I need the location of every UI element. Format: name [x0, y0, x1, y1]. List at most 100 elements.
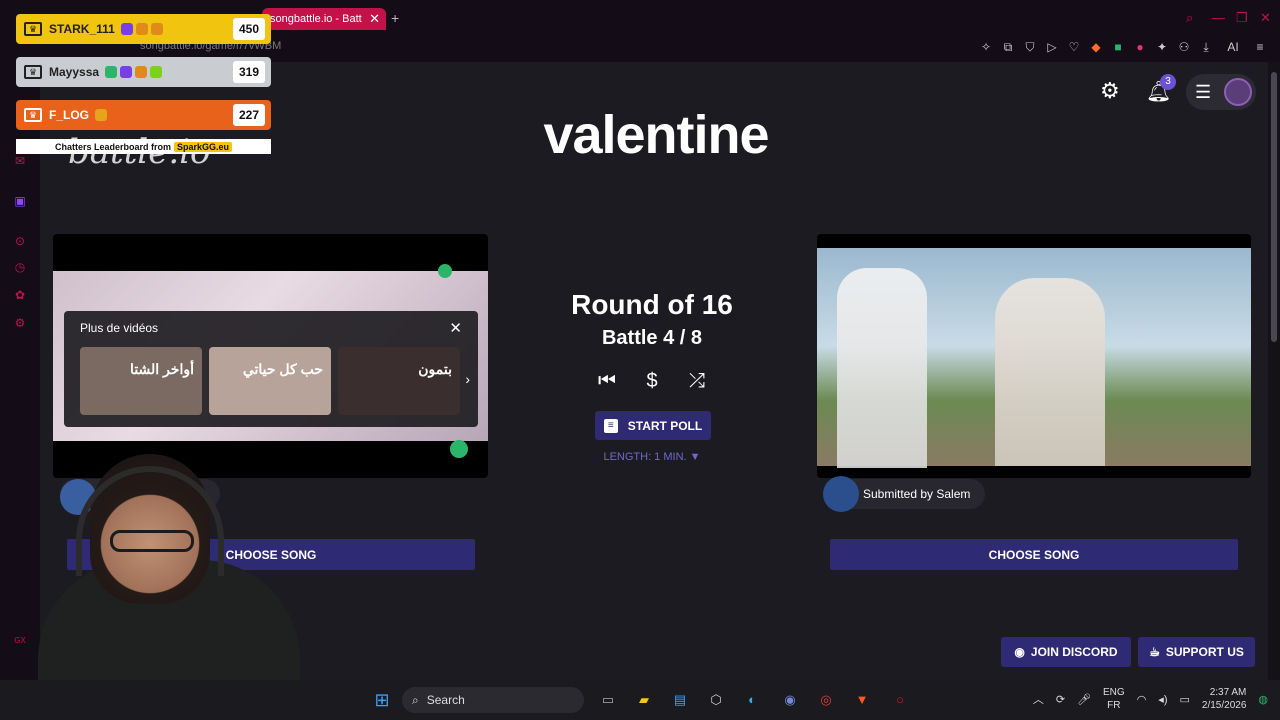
leaderboard-brand: SparkGG.eu	[174, 141, 233, 152]
gx-icon[interactable]: GX	[13, 634, 27, 648]
video-thumbnail[interactable]: حب كل حياتي	[209, 347, 331, 415]
app-icon[interactable]: ⬡	[706, 690, 726, 710]
support-us-button[interactable]: ☕︎ SUPPORT US	[1138, 637, 1255, 667]
screen: songbattle.io - Batt ✕ + ⌕ — ❐ ✕ songbat…	[0, 0, 1280, 720]
join-discord-button[interactable]: ◉ JOIN DISCORD	[1001, 637, 1131, 667]
extension-toolbar: ✧ ⧉ ⛉ ▷ ♡ ◆ ■ ● ✦ ⚇ ⤓ AI ≡	[980, 40, 1266, 55]
poll-length-select[interactable]: LENGTH: 1 MIN. ▼	[560, 451, 744, 463]
obs-icon[interactable]: ◎	[816, 690, 836, 710]
previous-icon[interactable]: ⏮︎	[596, 370, 618, 392]
chevron-up-icon[interactable]: ︿	[1033, 691, 1044, 707]
channel-logo-icon	[438, 264, 452, 278]
history-icon[interactable]: ◷	[13, 260, 27, 274]
windows-start-icon[interactable]: ⊞	[372, 690, 392, 710]
profile-icon[interactable]: ⚇	[1178, 40, 1190, 55]
poll-icon: ≡	[603, 418, 618, 433]
battle-number: Battle 4 / 8	[601, 327, 703, 349]
language-indicator[interactable]: ENG FR	[1103, 686, 1125, 712]
badge-icon	[135, 66, 148, 78]
settings-icon[interactable]: ⚙	[13, 316, 27, 330]
discord-taskbar-icon[interactable]: ◉	[780, 690, 800, 710]
right-video-player[interactable]	[817, 234, 1251, 478]
badge-list	[105, 66, 163, 78]
start-poll-button[interactable]: ≡ START POLL	[595, 411, 711, 440]
volume-icon[interactable]: ◂)	[1158, 693, 1167, 706]
battery-icon[interactable]: ▭	[1179, 693, 1189, 706]
opera-icon[interactable]: ○	[890, 690, 910, 710]
leaderboard-score: 450	[233, 18, 265, 40]
language-primary: ENG	[1103, 687, 1125, 698]
avatar	[1224, 78, 1252, 106]
red-icon[interactable]: ●	[1134, 40, 1146, 55]
thumbnail-title: بتمون	[418, 361, 452, 377]
chevron-right-icon[interactable]: ›	[465, 371, 470, 387]
leaf-icon[interactable]: ■	[1112, 40, 1124, 55]
search-icon[interactable]: ⌕	[1186, 10, 1193, 26]
maximize-icon[interactable]: ❐	[1236, 10, 1248, 26]
close-icon[interactable]: ✕	[449, 319, 462, 337]
right-submitter-chip: Submitted by Salem	[823, 476, 985, 512]
taskbar: ⊞ ⌕ Search ▭ ▰ ▤ ⬡ ◐ ◉ ◎ ▼ ○ ︿ ⟳ 🎤︎ ENG …	[0, 680, 1280, 720]
start-poll-label: START POLL	[627, 418, 703, 433]
brave-taskbar-icon[interactable]: ▼	[852, 690, 872, 710]
leaderboard-score: 319	[233, 61, 265, 83]
extensions-icon[interactable]: ✿	[13, 288, 27, 302]
badge-list	[95, 109, 108, 121]
leaderboard-name: STARK_111	[49, 22, 115, 36]
ai-icon[interactable]: AI	[1222, 40, 1244, 55]
search-label: Search	[426, 693, 465, 707]
tab-close-icon[interactable]: ✕	[369, 11, 380, 27]
badge-icon	[150, 66, 163, 78]
discord-icon: ◉	[1014, 645, 1025, 659]
badge-icon	[135, 23, 148, 35]
time: 2:37 AM	[1209, 687, 1247, 698]
shuffle-icon[interactable]: ⤮	[686, 370, 708, 392]
badge-icon	[105, 66, 118, 78]
mic-icon[interactable]: 🎤︎	[1077, 693, 1091, 706]
taskbar-search[interactable]: ⌕ Search	[402, 687, 584, 713]
user-menu-button[interactable]: ☰	[1186, 74, 1256, 110]
download-icon[interactable]: ⤓	[1200, 40, 1212, 55]
choose-song-right-button[interactable]: CHOOSE SONG	[830, 539, 1238, 570]
video-figure	[995, 278, 1105, 466]
bookmark-icon[interactable]: ✧	[980, 40, 992, 55]
store-icon[interactable]: ▤	[670, 690, 690, 710]
brave-icon[interactable]: ◆	[1090, 40, 1102, 55]
task-view-icon[interactable]: ▭	[598, 690, 618, 710]
file-explorer-icon[interactable]: ▰	[634, 690, 654, 710]
money-icon[interactable]: $	[641, 370, 663, 392]
sync-icon[interactable]: ⟳	[1056, 693, 1065, 706]
edge-icon[interactable]: ◐	[742, 690, 762, 710]
player-icon[interactable]: ⊙	[13, 234, 27, 248]
leaderboard-row: ♛ F_LOG 227	[16, 100, 271, 130]
video-thumbnail[interactable]: أواخر الشتا	[80, 347, 202, 415]
shield-icon[interactable]: ⛉	[1024, 40, 1036, 55]
tab-title: songbattle.io - Batt	[270, 13, 362, 25]
glasses	[110, 530, 194, 552]
twitch-icon[interactable]: ▣	[13, 194, 27, 208]
video-frame	[817, 248, 1251, 468]
gear-icon[interactable]: ⚙	[1100, 80, 1122, 102]
round-title: Round of 16	[571, 289, 733, 320]
leaderboard-row: ♛ STARK_111 450	[16, 14, 271, 44]
crown-icon: ♛	[24, 108, 42, 122]
browser-tab[interactable]: songbattle.io - Batt ✕	[262, 8, 386, 30]
new-tab-button[interactable]: +	[391, 10, 399, 26]
leaderboard-footer-text: Chatters Leaderboard from	[54, 141, 171, 152]
menu-icon[interactable]: ≡	[1254, 40, 1266, 55]
badge-icon	[120, 23, 133, 35]
thumbnail-title: أواخر الشتا	[130, 361, 194, 377]
hamburger-icon: ☰	[1195, 82, 1212, 102]
close-window-icon[interactable]: ✕	[1260, 10, 1271, 26]
minimize-icon[interactable]: —	[1212, 10, 1225, 25]
play-icon[interactable]: ▷	[1046, 40, 1058, 55]
crop-icon[interactable]: ⧉	[1002, 40, 1014, 55]
leaderboard-row: ♛ Mayyssa 319	[16, 57, 271, 87]
puzzle-icon[interactable]: ✦	[1156, 40, 1168, 55]
heart-icon[interactable]: ♡	[1068, 40, 1080, 55]
leaderboard-name: Mayyssa	[49, 65, 100, 79]
clock[interactable]: 2:37 AM 2/15/2026	[1202, 686, 1247, 712]
video-thumbnail[interactable]: بتمون	[338, 347, 460, 415]
wifi-icon[interactable]: ◠	[1137, 693, 1147, 706]
widgets-icon[interactable]: ◍	[1258, 693, 1268, 706]
